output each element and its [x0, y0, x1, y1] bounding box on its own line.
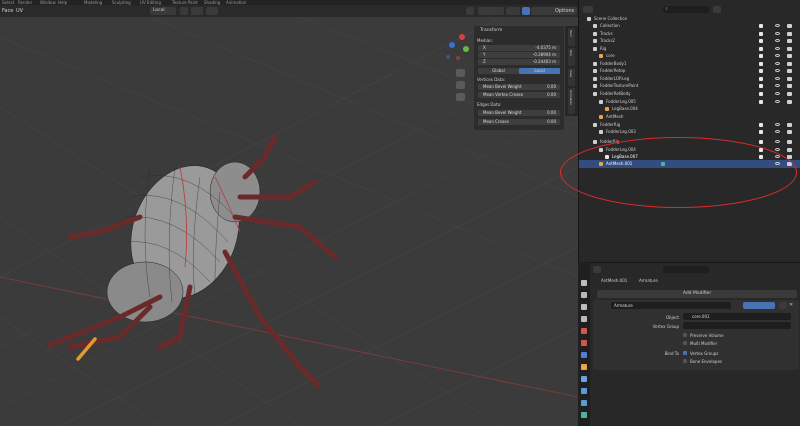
- breadcrumb-object: AntMesh.001: [601, 278, 628, 283]
- search-icon: ⚲: [665, 6, 668, 11]
- collection-tab-icon[interactable]: [581, 352, 587, 358]
- mean-bevel-weight-field[interactable]: Mean Bevel Weight 0.00: [478, 84, 560, 90]
- preserve-volume-label: Preserve Volume: [690, 333, 724, 338]
- view-layer-tab-icon[interactable]: [581, 316, 587, 322]
- preserve-volume-checkbox[interactable]: [683, 333, 687, 337]
- proportional-edit-icon[interactable]: [206, 7, 218, 15]
- vertex-groups-label: Vertex Groups: [690, 351, 719, 356]
- uv-menu[interactable]: UV: [16, 7, 23, 15]
- median-label: Median:: [477, 38, 493, 43]
- output-tab-icon[interactable]: [581, 304, 587, 310]
- xray-icon[interactable]: [506, 7, 520, 15]
- outliner-row[interactable]: Collection: [579, 22, 800, 30]
- close-icon[interactable]: ✕: [789, 302, 797, 309]
- global-toggle[interactable]: Global: [478, 68, 519, 74]
- object-tab-icon[interactable]: [581, 364, 587, 370]
- vertex-group-field[interactable]: [683, 322, 791, 329]
- outliner-row[interactable]: FodderRetBody: [579, 90, 800, 98]
- modifier-name-field[interactable]: Armature: [611, 302, 731, 309]
- edge-crease-field[interactable]: Mean Crease 0.00: [478, 119, 560, 125]
- pivot-icon[interactable]: [180, 7, 188, 15]
- modifier-display-toggles[interactable]: [743, 302, 775, 309]
- render-tab-icon[interactable]: [581, 292, 587, 298]
- armature-modifier-panel: Armature ✕ Object core.001 Vertex Group …: [593, 300, 799, 370]
- properties-search-input[interactable]: [663, 266, 709, 273]
- outliner-row[interactable]: FodderRetop: [579, 67, 800, 75]
- mean-vertex-crease-field[interactable]: Mean Vertex Crease 0.00: [478, 92, 560, 98]
- local-toggle[interactable]: Local: [519, 68, 560, 74]
- outliner-row[interactable]: FodderLeg.003: [579, 128, 800, 136]
- bone-envelopes-label: Bone Envelopes: [690, 359, 722, 364]
- tab-item[interactable]: Item: [568, 28, 575, 46]
- outliner-row[interactable]: FodderTexturePaint: [579, 82, 800, 90]
- orientation-dropdown[interactable]: Local: [150, 7, 176, 15]
- shading-solid-icon[interactable]: [522, 7, 530, 15]
- ant-mesh: [47, 134, 338, 388]
- outliner-row[interactable]: LegBase.004: [579, 105, 800, 113]
- tab-view[interactable]: View: [568, 68, 575, 86]
- tab-tool[interactable]: Tool: [568, 48, 575, 66]
- filter-icon[interactable]: [713, 6, 721, 13]
- particles-tab-icon[interactable]: [581, 388, 587, 394]
- annotation-ellipse: [560, 137, 797, 208]
- overlays-icon[interactable]: [478, 7, 504, 15]
- bind-to-label: Bind To: [664, 351, 679, 356]
- vertices-data-label: Vertices Data:: [477, 77, 506, 82]
- options-button[interactable]: Options: [552, 7, 578, 15]
- modifier-tab-icon[interactable]: [581, 376, 587, 382]
- add-modifier-button[interactable]: Add Modifier: [597, 290, 797, 298]
- outliner-row[interactable]: Tracks2: [579, 37, 800, 45]
- outliner-search-input[interactable]: ⚲: [663, 6, 709, 13]
- snap-icon[interactable]: [191, 7, 203, 15]
- x-axis-line: [0, 276, 578, 398]
- median-x-field[interactable]: X -4.0375 m: [478, 45, 560, 51]
- properties-panel: AntMesh.001 Armature Add Modifier Armatu…: [578, 262, 800, 426]
- sidebar-tabs: Item Tool View Animation: [565, 26, 578, 116]
- multi-modifier-label: Multi Modifier: [690, 341, 718, 346]
- scene-tab-icon[interactable]: [581, 328, 587, 334]
- outliner-row[interactable]: core: [579, 52, 800, 60]
- tool-tab-icon[interactable]: [581, 280, 587, 286]
- outliner-row[interactable]: AntMesh: [579, 113, 800, 121]
- properties-type-icon[interactable]: [593, 266, 601, 273]
- transform-header[interactable]: Transform: [480, 28, 502, 33]
- edge-bevel-weight-field[interactable]: Mean Bevel Weight 0.00: [478, 110, 560, 116]
- median-z-field[interactable]: Z -0.24403 m: [478, 59, 560, 65]
- sidebar-n-panel: Transform Median: X -4.0375 m Y -0.28904 m…: [474, 26, 564, 130]
- vertex-groups-checkbox[interactable]: [683, 351, 687, 355]
- vertex-group-label: Vertex Group: [652, 324, 679, 329]
- outliner-panel: ⚲ Scene Collection Collection Tracks Tra…: [578, 0, 800, 262]
- outliner-type-icon[interactable]: [583, 6, 593, 13]
- world-tab-icon[interactable]: [581, 340, 587, 346]
- bone-envelopes-checkbox[interactable]: [683, 359, 687, 363]
- face-menu[interactable]: Face: [2, 7, 13, 15]
- object-field[interactable]: core.001: [683, 313, 791, 320]
- object-label: Object: [665, 315, 679, 320]
- physics-tab-icon[interactable]: [581, 400, 587, 406]
- median-y-field[interactable]: Y -0.28904 m: [478, 52, 560, 58]
- breadcrumb-modifier: Armature: [639, 278, 658, 283]
- viewport-header: Face UV Local Options: [0, 5, 578, 17]
- viewport-tools: [456, 69, 465, 101]
- properties-tabs: [578, 262, 590, 426]
- data-tab-icon[interactable]: [581, 412, 587, 418]
- navigation-gizmo: [446, 34, 469, 60]
- multi-modifier-checkbox[interactable]: [683, 341, 687, 345]
- tab-animation-side[interactable]: Animation: [568, 88, 575, 114]
- shading-modes-icon[interactable]: [531, 7, 553, 15]
- viewport-gizmo-icon[interactable]: [466, 7, 474, 15]
- edges-data-label: Edges Data:: [477, 102, 502, 107]
- chevron-down-icon[interactable]: [779, 302, 787, 309]
